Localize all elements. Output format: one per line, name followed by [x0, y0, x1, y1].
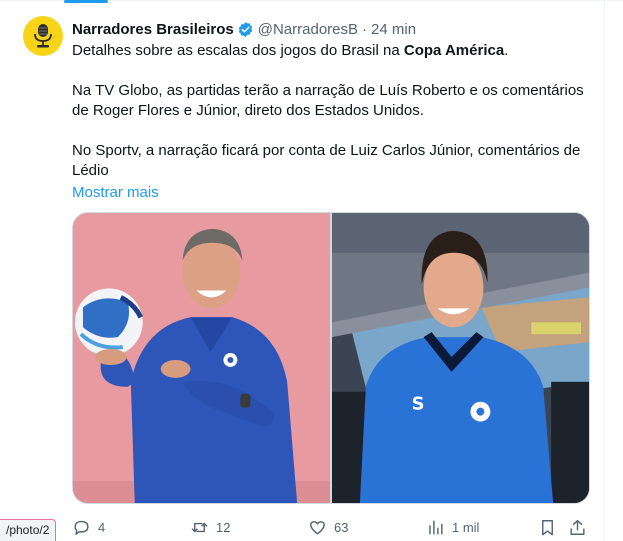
reply-button[interactable]: 4 [72, 518, 190, 537]
tweet-paragraph-3: No Sportv, a narração ficará por conta d… [72, 142, 581, 179]
svg-text:S: S [412, 394, 425, 415]
tweet-header: Narradores Brasileiros @NarradoresB · 24… [72, 19, 416, 39]
tweet-text-part: . [504, 42, 509, 59]
photo-1[interactable] [73, 213, 330, 503]
column-border [604, 0, 605, 541]
reply-icon [74, 520, 89, 535]
microphone-icon [34, 24, 52, 48]
share-button[interactable] [568, 518, 592, 537]
avatar[interactable] [23, 16, 63, 56]
author-name[interactable]: Narradores Brasileiros [72, 21, 234, 38]
views-count: 1 mil [452, 519, 480, 535]
photo-commentator-with-ball [73, 213, 330, 503]
tweet-text: Detalhes sobre as escalas dos jogos do B… [72, 41, 592, 203]
repost-button[interactable]: 12 [190, 518, 308, 537]
tweet-text-part: Detalhes sobre as escalas dos jogos do B… [72, 42, 404, 59]
separator-dot: · [362, 20, 368, 38]
repost-icon [191, 522, 208, 532]
photo-2[interactable]: S [332, 213, 589, 503]
link-preview-status: /photo/2 [0, 519, 57, 541]
timestamp[interactable]: 24 min [371, 21, 416, 38]
like-count: 63 [334, 519, 349, 535]
verified-badge-icon[interactable] [237, 21, 254, 38]
tweet-paragraph-2: Na TV Globo, as partidas terão a narraçã… [72, 82, 584, 119]
views-button[interactable]: 1 mil [426, 518, 538, 537]
hashtag-bold-text: Copa América [403, 42, 505, 59]
views-icon [429, 519, 443, 535]
show-more-link[interactable]: Mostrar mais [72, 183, 159, 203]
reply-count: 4 [98, 519, 106, 535]
tweet-actions: 4 12 63 1 mil [72, 516, 592, 538]
repost-count: 12 [216, 519, 231, 535]
author-handle[interactable]: @NarradoresB [258, 21, 358, 38]
like-icon [310, 520, 325, 535]
bookmark-button[interactable] [538, 518, 568, 537]
like-button[interactable]: 63 [308, 518, 426, 537]
tweet-paragraph-1: Detalhes sobre as escalas dos jogos do B… [72, 41, 592, 61]
bookmark-icon [542, 519, 553, 535]
share-icon [570, 519, 585, 535]
media-grid: S [72, 212, 590, 504]
photo-commentator-in-stadium: S [332, 213, 589, 503]
active-tab-indicator [64, 0, 108, 3]
